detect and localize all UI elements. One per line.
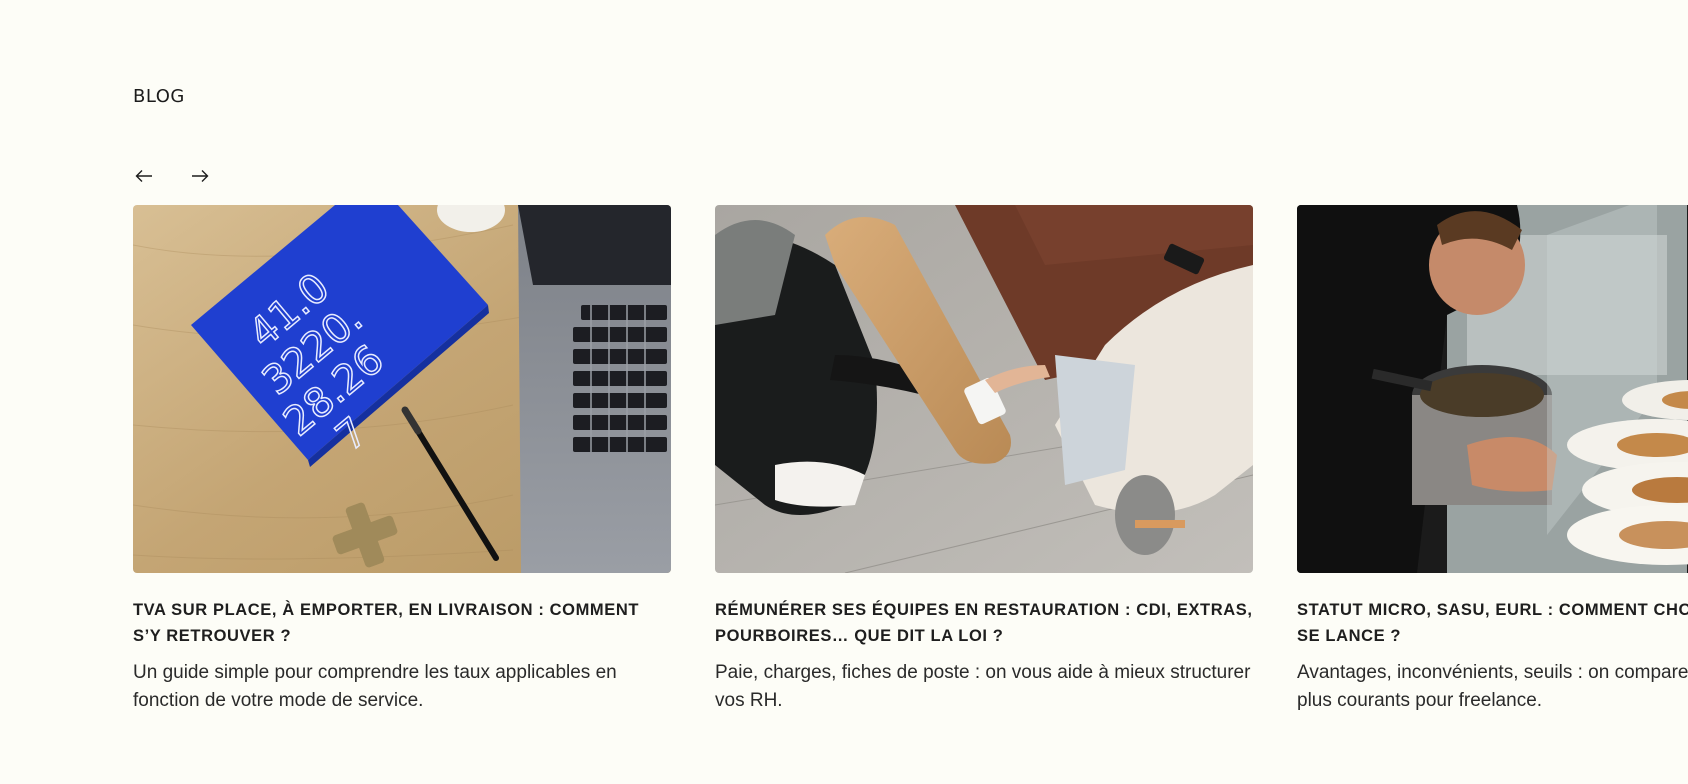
card-excerpt-line: plus courants pour freelance. — [1297, 690, 1543, 711]
card-excerpt: Avantages, inconvénients, seuils : on co… — [1297, 659, 1688, 715]
prev-button[interactable] — [131, 165, 157, 187]
carousel-navigation — [131, 165, 213, 187]
card-title-line: STATUT MICRO, SASU, EURL : COMMENT CHOI — [1297, 601, 1688, 619]
blog-card[interactable]: RÉMUNÉRER SES ÉQUIPES EN RESTAURATION : … — [715, 205, 1253, 715]
card-excerpt: Paie, charges, fiches de poste : on vous… — [715, 662, 1251, 711]
section-title: BLOG — [133, 86, 185, 107]
card-excerpt-line: Avantages, inconvénients, seuils : on co… — [1297, 662, 1688, 683]
arrow-right-icon — [192, 170, 209, 182]
next-button[interactable] — [187, 165, 213, 187]
card-title[interactable]: STATUT MICRO, SASU, EURL : COMMENT CHOI … — [1297, 597, 1688, 649]
arrow-left-icon — [135, 170, 152, 182]
blog-card[interactable]: 41.0 3220. 28.26 7 TVA SUR PLACE, À EMPO… — [133, 205, 671, 715]
card-image-payment-terminal[interactable] — [715, 205, 1253, 573]
card-title[interactable]: RÉMUNÉRER SES ÉQUIPES EN RESTAURATION : … — [715, 597, 1253, 649]
card-image-chef[interactable] — [1297, 205, 1688, 573]
blog-carousel: 41.0 3220. 28.26 7 TVA SUR PLACE, À EMPO… — [133, 205, 1688, 725]
card-title[interactable]: TVA SUR PLACE, À EMPORTER, EN LIVRAISON … — [133, 597, 671, 649]
card-excerpt: Un guide simple pour comprendre les taux… — [133, 662, 617, 711]
blog-card[interactable]: STATUT MICRO, SASU, EURL : COMMENT CHOI … — [1297, 205, 1688, 715]
card-title-line: SE LANCE ? — [1297, 627, 1402, 645]
card-image-notebook[interactable]: 41.0 3220. 28.26 7 — [133, 205, 671, 573]
